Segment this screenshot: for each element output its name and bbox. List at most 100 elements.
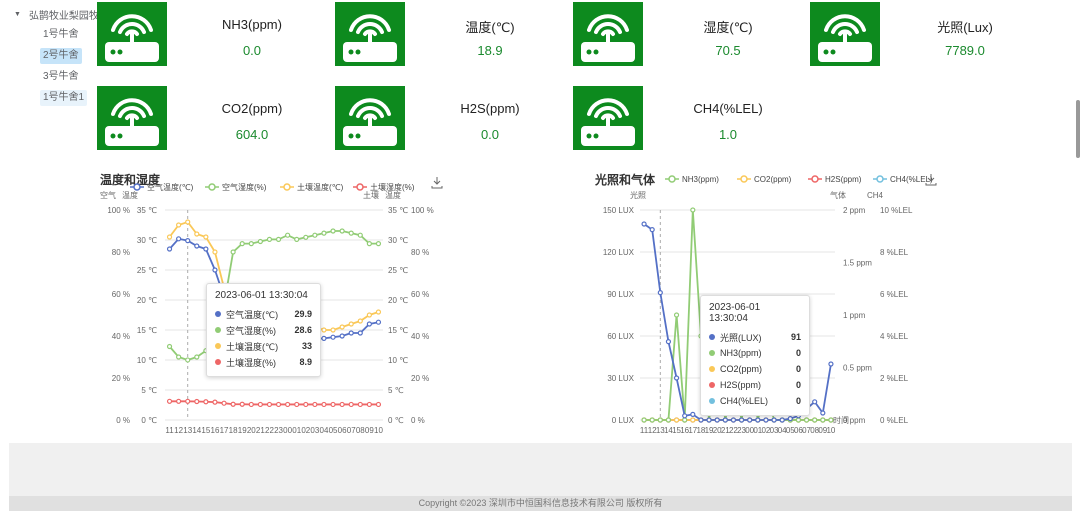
data-point — [763, 417, 769, 423]
tooltip-series-name: NH3(ppm) — [720, 348, 762, 358]
tooltip-series-value: 29.9 — [294, 309, 312, 319]
data-point — [248, 401, 254, 408]
data-point — [166, 246, 173, 252]
sensor-name: CO2(ppm) — [221, 101, 283, 116]
data-point — [176, 398, 182, 404]
tooltip-series-name: CH4(%LEL) — [720, 396, 769, 406]
legend-swatch-dot — [876, 175, 884, 183]
y-tick-ppm: 1.5 ppm — [843, 259, 872, 268]
sensor-value: 604.0 — [235, 127, 269, 142]
data-point — [357, 401, 363, 408]
x-tick-label: 19 — [238, 426, 247, 435]
x-tick-label: 15 — [201, 426, 210, 435]
wireless-router-icon — [573, 86, 643, 150]
axis-name: 空气 — [100, 190, 116, 200]
data-point — [203, 246, 209, 252]
y-tick-right-c: 15 ℃ — [388, 326, 408, 335]
data-point — [212, 267, 218, 273]
data-point — [348, 230, 354, 236]
tooltip-row: NH3(ppm) 0 — [709, 345, 801, 361]
x-tick-label: 22 — [265, 426, 274, 435]
x-tick-label: 10 — [374, 426, 383, 435]
x-tick-label: 20 — [247, 426, 256, 435]
data-point — [738, 417, 745, 423]
x-tick-label: 00 — [283, 426, 292, 435]
tree-item-barn-2[interactable]: 2号牛舍 — [14, 48, 100, 64]
y-tick-lel: 10 %LEL — [880, 206, 913, 215]
tree-item-barn-1[interactable]: 1号牛舍 — [14, 27, 100, 43]
data-point — [330, 334, 336, 340]
data-point — [657, 417, 663, 423]
tree-item-barn-1-1[interactable]: 1号牛舍1 — [14, 90, 100, 106]
y-tick-left-c: 20 ℃ — [137, 296, 157, 305]
series-dot — [709, 366, 715, 372]
data-point — [230, 401, 236, 407]
tooltip-row: 空气湿度(%) 28.6 — [215, 322, 312, 338]
scrollbar[interactable] — [1076, 100, 1080, 158]
tree-item-barn-3[interactable]: 3号牛舍 — [14, 69, 100, 85]
data-point — [375, 319, 382, 325]
legend-swatch-dot — [133, 183, 141, 191]
data-point — [812, 417, 818, 423]
series-dot — [215, 327, 221, 333]
data-point — [682, 417, 688, 423]
y-tick-lel: 4 %LEL — [880, 332, 909, 341]
y-tick-left-pct: 80 % — [112, 248, 130, 257]
tooltip-row: CO2(ppm) 0 — [709, 361, 801, 377]
data-point — [221, 400, 227, 406]
y-tick-right-c: 0 ℃ — [388, 416, 404, 425]
data-point — [357, 232, 363, 238]
data-point — [266, 236, 273, 243]
data-point — [248, 240, 254, 247]
sensor-value: 70.5 — [715, 43, 741, 58]
data-point — [730, 417, 737, 423]
y-tick-left-c: 0 ℃ — [141, 416, 157, 425]
tooltip-series-value: 8.9 — [299, 357, 312, 367]
footer-copyright: Copyright ©2023 深圳市中恒国科信息技术有限公司 版权所有 — [9, 496, 1072, 511]
y-tick-ppm: 0.5 ppm — [843, 364, 872, 373]
y-tick-lux: 30 LUX — [607, 374, 634, 383]
caret-down-icon[interactable]: ▼ — [14, 11, 21, 18]
y-tick-right-c: 25 ℃ — [388, 266, 408, 275]
series-dot — [709, 398, 715, 404]
axis-name: 土壤 — [363, 190, 379, 200]
y-tick-lux: 0 LUX — [612, 416, 635, 425]
data-point — [673, 417, 680, 423]
data-point — [176, 354, 182, 360]
y-tick-lux: 120 LUX — [603, 248, 635, 257]
sensor-card: 光照(Lux) 7789.0 — [810, 2, 1080, 66]
data-point — [366, 240, 372, 247]
data-point — [339, 401, 345, 408]
tooltip-series-value: 0 — [795, 380, 801, 390]
axis-name-time: 时间 — [833, 415, 849, 425]
data-point — [312, 232, 318, 238]
download-icon[interactable] — [431, 177, 443, 189]
y-tick-ppm: 1 ppm — [843, 311, 866, 320]
data-point — [330, 228, 336, 234]
x-tick-label: 12 — [174, 426, 183, 435]
x-tick-label: 14 — [192, 426, 201, 435]
temp-humidity-tooltip: 2023-06-01 13:30:04 空气温度(℃) 29.9 空气湿度(%)… — [206, 283, 321, 377]
axis-name: CH4 — [867, 191, 884, 200]
x-tick-label: 17 — [220, 426, 229, 435]
download-icon-path — [431, 177, 443, 189]
x-tick-label: 11 — [165, 426, 174, 435]
data-point — [166, 343, 173, 350]
data-point — [747, 417, 753, 423]
sensor-name: NH3(ppm) — [222, 17, 282, 32]
tooltip-row: CH4(%LEL) 0 — [709, 393, 801, 409]
data-point — [194, 243, 200, 249]
data-point — [366, 401, 372, 408]
y-tick-left-pct: 20 % — [112, 374, 130, 383]
y-tick-right-pct: 40 % — [411, 332, 429, 341]
wireless-router-icon — [573, 2, 643, 66]
y-tick-left-pct: 40 % — [112, 332, 130, 341]
data-point — [330, 327, 336, 333]
tooltip-time: 2023-06-01 13:30:04 — [709, 302, 761, 324]
y-tick-left-c: 25 ℃ — [137, 266, 157, 275]
y-tick-right-c: 10 ℃ — [388, 356, 408, 365]
data-point — [690, 207, 696, 213]
tree-root[interactable]: ▼ 弘鹊牧业梨园牧场 — [14, 6, 100, 22]
data-point — [330, 401, 336, 408]
sensor-name: CH4(%LEL) — [693, 101, 763, 116]
